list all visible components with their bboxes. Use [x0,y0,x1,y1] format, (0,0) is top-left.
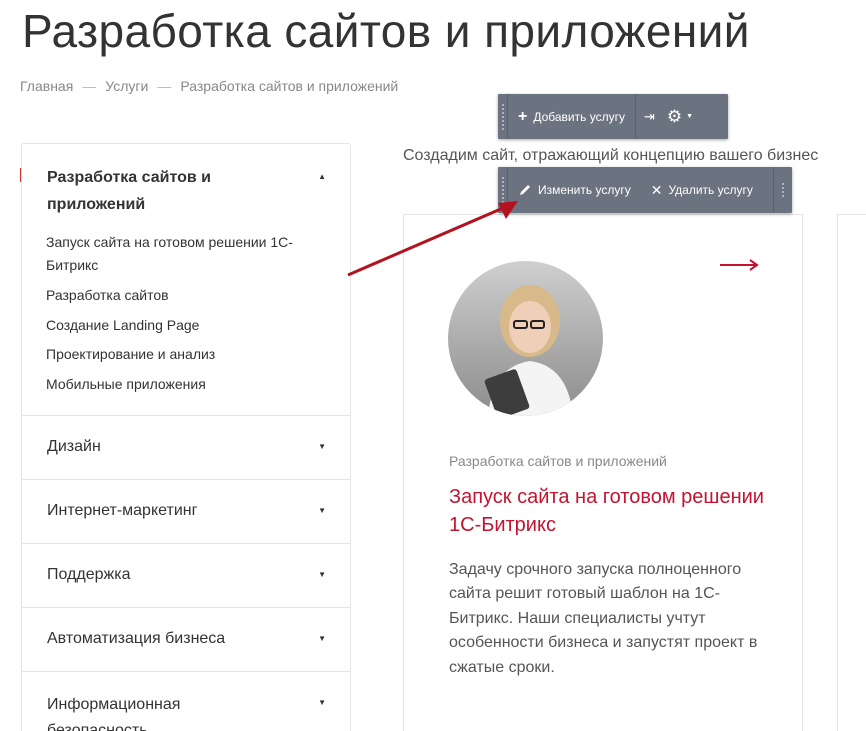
card-description: Задачу срочного запуска полноценного сай… [449,561,758,676]
caret-down-icon: ▼ [318,442,326,451]
close-icon: ✕ [650,181,663,198]
add-service-label: Добавить услугу [533,109,625,124]
sidebar-active-section[interactable]: Разработка сайтов и приложений [47,164,297,218]
sidebar-subitem-bitrix[interactable]: Запуск сайта на готовом решении 1С-Битри… [46,231,326,277]
caret-down-icon: ▼ [318,634,326,643]
delete-service-button[interactable]: ✕ Удалить услугу [641,167,763,213]
caret-up-icon[interactable]: ▲ [318,172,326,181]
sidebar-menu: Разработка сайтов и приложений ▲ Запуск … [21,143,351,731]
breadcrumb-separator: — [82,78,97,94]
sidebar-subitem-websites[interactable]: Разработка сайтов [46,284,169,307]
caret-down-icon: ▼ [686,113,694,120]
add-service-button[interactable]: + Добавить услугу [508,94,635,139]
drag-handle[interactable] [498,94,508,139]
sidebar-item-label: Поддержка [47,566,131,583]
breadcrumb-services[interactable]: Услуги [105,78,148,94]
sidebar-subitem-landing[interactable]: Создание Landing Page [46,314,199,337]
delete-service-label: Удалить услугу [668,183,753,197]
sidebar-item-label: Информационная безопасность [47,696,181,731]
service-card[interactable]: Разработка сайтов и приложений Запуск са… [403,214,803,731]
sidebar-item-support[interactable]: Поддержка ▼ [22,543,350,607]
admin-toolbar-add: + Добавить услугу ⇥ ⚙ ▼ [498,94,728,139]
sidebar-item-automation[interactable]: Автоматизация бизнеса ▼ [22,607,350,671]
sidebar-item-security[interactable]: Информационная безопасность ▼ [22,671,350,731]
edit-service-label: Изменить услугу [538,183,631,197]
breadcrumb-current: Разработка сайтов и приложений [180,78,399,94]
settings-button[interactable]: ⚙ ▼ [663,94,697,139]
plus-icon: + [518,107,528,125]
breadcrumb: Главная — Услуги — Разработка сайтов и прило… [20,78,398,94]
arrow-right-icon[interactable] [720,259,760,271]
sidebar-item-marketing[interactable]: Интернет-маркетинг ▼ [22,479,350,543]
sidebar-item-label: Интернет-маркетинг [47,502,198,519]
card-category: Разработка сайтов и приложений [449,453,667,469]
annotation-arrow [347,201,518,277]
page-title: Разработка сайтов и приложений [22,5,750,57]
pin-icon: ⇥ [643,108,655,124]
breadcrumb-separator: — [157,78,172,94]
caret-down-icon: ▼ [318,698,326,707]
intro-text: Создадим сайт, отражающий концепцию ваше… [403,147,819,164]
sidebar-subitem-design-analysis[interactable]: Проектирование и анализ [46,343,215,366]
caret-down-icon: ▼ [318,570,326,579]
sidebar-item-design[interactable]: Дизайн ▼ [22,415,350,479]
gear-icon: ⚙ [666,106,683,126]
sidebar-item-label: Дизайн [47,438,101,455]
drag-handle[interactable] [774,167,792,213]
caret-down-icon: ▼ [318,506,326,515]
service-card-next[interactable] [837,214,866,731]
sidebar-item-label: Автоматизация бизнеса [47,630,226,647]
sidebar-subitem-mobile[interactable]: Мобильные приложения [46,373,206,396]
breadcrumb-home[interactable]: Главная [20,78,73,94]
pin-button[interactable]: ⇥ [636,94,663,139]
admin-toolbar-item: Изменить услугу ✕ Удалить услугу [498,167,792,213]
card-title[interactable]: Запуск сайта на готовом решении 1С-Битри… [449,483,769,539]
